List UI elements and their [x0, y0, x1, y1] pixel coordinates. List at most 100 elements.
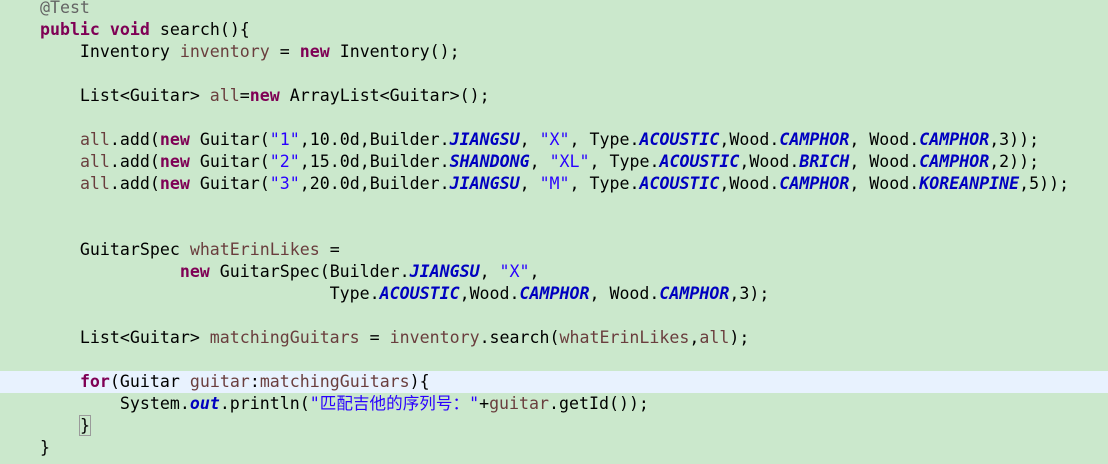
code-token-kw: public: [39, 20, 100, 39]
code-token: Inventory();: [329, 42, 460, 61]
code-line[interactable]: [0, 195, 1108, 217]
code-token: , Wood.: [849, 174, 920, 193]
code-token: , Wood.: [849, 130, 920, 149]
code-token: ,: [529, 152, 550, 171]
code-token: .add(: [109, 130, 160, 149]
code-token: ,Wood.: [459, 284, 520, 303]
code-line[interactable]: GuitarSpec whatErinLikes =: [0, 239, 1108, 261]
code-token: .add(: [109, 152, 160, 171]
code-token: Type.: [0, 284, 380, 303]
code-token-var: whatErinLikes: [559, 328, 690, 347]
code-line[interactable]: for(Guitar guitar:matchingGuitars){: [0, 371, 1108, 393]
code-token: List<Guitar>: [0, 86, 210, 105]
code-token-var: matchingGuitars: [209, 328, 360, 347]
code-token: }: [0, 438, 50, 457]
code-editor[interactable]: @Test public void search(){ Inventory in…: [0, 0, 1108, 464]
code-token-var: all: [209, 86, 240, 105]
code-token: );: [729, 328, 750, 347]
code-token-str: "匹配吉他的序列号：": [309, 394, 480, 413]
code-line[interactable]: new GuitarSpec(Builder.JIANGSU, "X",: [0, 261, 1108, 283]
code-line[interactable]: [0, 217, 1108, 239]
code-token: =: [269, 42, 300, 61]
code-line[interactable]: [0, 63, 1108, 85]
code-token-var: whatErinLikes: [189, 240, 320, 259]
code-line[interactable]: }: [0, 415, 1108, 437]
code-token: List<Guitar>: [0, 328, 210, 347]
code-token: =: [239, 86, 250, 105]
code-token-var: guitar: [489, 394, 550, 413]
code-token-str: "3": [269, 174, 300, 193]
code-token-const: ACOUSTIC: [659, 152, 740, 171]
code-token-kw: void: [109, 20, 150, 39]
code-line[interactable]: List<Guitar> all=new ArrayList<Guitar>()…: [0, 85, 1108, 107]
code-line[interactable]: Inventory inventory = new Inventory();: [0, 41, 1108, 63]
code-line[interactable]: @Test: [0, 0, 1108, 19]
code-token-statf: out: [189, 394, 220, 413]
code-token: , Type.: [589, 152, 660, 171]
code-token-const: ACOUSTIC: [639, 174, 720, 193]
code-token-const: ACOUSTIC: [639, 130, 720, 149]
code-line[interactable]: all.add(new Guitar("3",20.0d,Builder.JIA…: [0, 173, 1108, 195]
code-token: ,: [519, 174, 540, 193]
code-token-var: inventory: [389, 328, 480, 347]
code-line[interactable]: System.out.println("匹配吉他的序列号："+guitar.ge…: [0, 393, 1108, 415]
code-token-var: all: [79, 130, 110, 149]
code-token: ,15.0d,Builder.: [299, 152, 450, 171]
code-token-var: all: [79, 174, 110, 193]
code-token: ,: [529, 262, 540, 281]
code-token: (Guitar: [109, 372, 190, 391]
code-token-str: "XL": [549, 152, 590, 171]
code-token: .search(: [479, 328, 560, 347]
code-token-kw: new: [159, 174, 190, 193]
code-token: Inventory: [0, 42, 180, 61]
code-token: +: [479, 394, 490, 413]
code-token: ,3));: [989, 130, 1040, 149]
code-token: Guitar(: [189, 130, 270, 149]
code-token-ann: @Test: [39, 0, 90, 17]
code-token: ,10.0d,Builder.: [299, 130, 450, 149]
code-token-const: CAMPHOR: [919, 152, 990, 171]
code-token-const: JIANGSU: [409, 262, 480, 281]
code-line[interactable]: List<Guitar> matchingGuitars = inventory…: [0, 327, 1108, 349]
code-token-var: guitar: [189, 372, 250, 391]
code-token-const: CAMPHOR: [919, 130, 990, 149]
code-token: GuitarSpec(Builder.: [209, 262, 410, 281]
code-token: , Type.: [569, 130, 640, 149]
code-token-kw: new: [179, 262, 210, 281]
code-token: ,2));: [989, 152, 1040, 171]
code-line[interactable]: Type.ACOUSTIC,Wood.CAMPHOR, Wood.CAMPHOR…: [0, 283, 1108, 305]
code-token: ,Wood.: [719, 174, 780, 193]
code-line[interactable]: [0, 107, 1108, 129]
code-token-const: KOREANPINE: [919, 174, 1020, 193]
code-token: ){: [409, 372, 430, 391]
code-line[interactable]: [0, 349, 1108, 371]
code-token: , Wood.: [589, 284, 660, 303]
code-token-str: "X": [539, 130, 570, 149]
code-token: ,Wood.: [739, 152, 800, 171]
code-token-str: "2": [269, 152, 300, 171]
code-line[interactable]: all.add(new Guitar("2",15.0d,Builder.SHA…: [0, 151, 1108, 173]
code-token-str: "M": [539, 174, 570, 193]
code-token: ,: [689, 328, 700, 347]
code-token: Guitar(: [189, 152, 270, 171]
code-token: System.: [0, 394, 190, 413]
code-line[interactable]: all.add(new Guitar("1",10.0d,Builder.JIA…: [0, 129, 1108, 151]
code-line[interactable]: }: [0, 437, 1108, 459]
code-line[interactable]: [0, 305, 1108, 327]
code-token-str: "X": [499, 262, 530, 281]
code-token: GuitarSpec: [0, 240, 190, 259]
code-token: ,Wood.: [719, 130, 780, 149]
code-token-var: matchingGuitars: [259, 372, 410, 391]
code-token: .println(: [219, 394, 310, 413]
code-token-kw: new: [159, 152, 190, 171]
code-line[interactable]: public void search(){: [0, 19, 1108, 41]
code-token: =: [319, 240, 340, 259]
